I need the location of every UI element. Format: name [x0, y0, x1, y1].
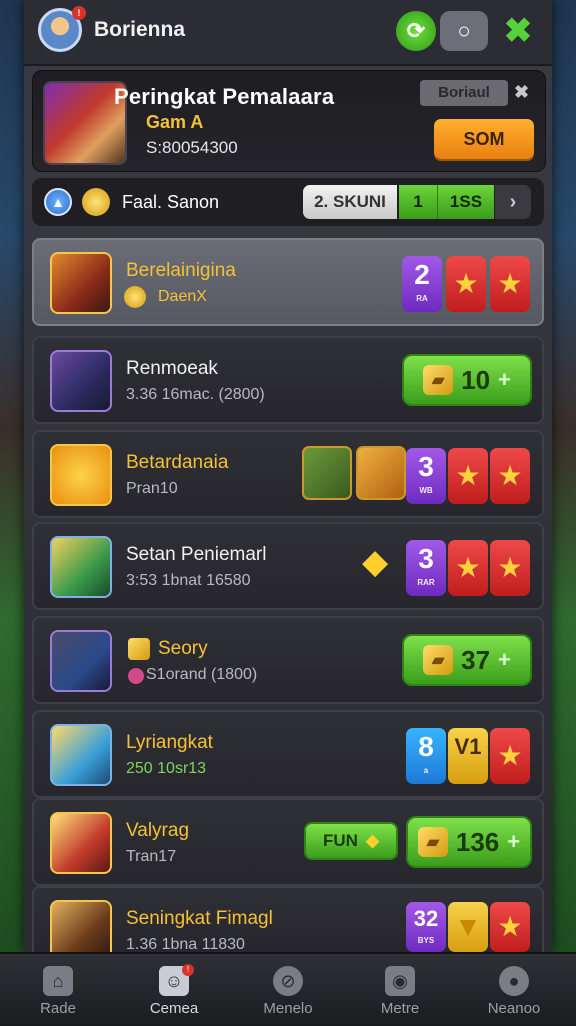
nav-item-cemea[interactable]: ☺ ! Cemea [124, 954, 224, 1026]
leaderboard-row[interactable]: Berelainigina DaenX 2 RA ★ ★ [32, 238, 544, 326]
app-title: Borienna [94, 18, 186, 41]
rank-badge: 32 BYS [406, 902, 446, 952]
row-avatar [50, 812, 112, 874]
nav-item-rade[interactable]: ⌂ Rade [8, 954, 108, 1026]
row-subtitle: DaenX [158, 288, 207, 305]
diamond-icon: ◆ [365, 831, 380, 850]
diamond-icon: ◆ [362, 543, 389, 581]
avatar-notification-badge: ! [72, 6, 86, 20]
row-avatar [50, 350, 112, 412]
row-name: Seningkat Fimagl [126, 908, 273, 929]
star-icon: ★ [490, 728, 530, 784]
row-subtitle: 3:53 1bnat 16580 [126, 572, 251, 589]
gem-icon [128, 668, 144, 684]
hero-thumbnail [302, 446, 352, 500]
profile-secondary-button[interactable]: Boriaul [420, 80, 508, 106]
home-icon: ⌂ [43, 966, 73, 996]
row-avatar [50, 630, 112, 692]
rank-badge: 3 RAR [406, 540, 446, 596]
leaderboard-row[interactable]: Lyriangkat 250 10sr13 8a V1 ★ [32, 710, 544, 798]
profile-score: S:80054300 [146, 138, 238, 157]
profile-title: Peringkat Pemalaara [114, 84, 335, 109]
leaderboard-row[interactable]: Valyrag Tran17 FUN ◆ ▰ 136 + [32, 798, 544, 886]
star-icon: ★ [490, 902, 530, 952]
row-subtitle: Pran10 [126, 480, 178, 497]
nav-item-metre[interactable]: ◉ Metre [350, 954, 450, 1026]
leaderboard-row[interactable]: Betardanaia Pran10 3 WB ★ ★ [32, 430, 544, 518]
row-name: Berelainigina [126, 260, 236, 281]
trophy-icon: ▼ [448, 902, 488, 952]
gold-bar-icon: ▰ [423, 645, 454, 675]
camera-icon: ◉ [385, 966, 415, 996]
row-subtitle: 3.36 16mac. (2800) [126, 386, 265, 403]
leaderboard-row[interactable]: Setan Peniemarl 3:53 1bnat 16580 ◆ 3 RAR … [32, 522, 544, 610]
nav-item-neanoo[interactable]: ● Neanoo [464, 954, 564, 1026]
reward-button[interactable]: ▰ 37 + [402, 634, 532, 686]
row-avatar [50, 724, 112, 786]
reward-button[interactable]: ▰ 136 + [406, 816, 532, 868]
rank-badge: 3 WB [406, 448, 446, 504]
item-thumbnail [356, 446, 406, 500]
leaderboard-row[interactable]: Seningkat Fimagl 1.36 1bna 11830 32 BYS ▼… [32, 886, 544, 962]
star-icon: ★ [490, 448, 530, 504]
leaderboard-row[interactable]: Renmoeak 3.36 16mac. (2800) ▰ 10 + [32, 336, 544, 424]
star-icon: ★ [448, 448, 488, 504]
gold-coin-icon [82, 188, 110, 216]
star-icon: ★ [490, 540, 530, 596]
compass-icon: ⊘ [273, 966, 303, 996]
plus-icon: + [507, 829, 521, 854]
row-avatar [50, 444, 112, 506]
star-icon: ★ [446, 256, 486, 312]
row-subtitle: Tran17 [126, 848, 177, 865]
profile-close-icon[interactable]: ✖ [514, 82, 529, 103]
row-subtitle: S1orand (1800) [146, 666, 258, 683]
settings-icon[interactable]: ○ [440, 11, 488, 51]
bottom-navigation: ⌂ Rade ☺ ! Cemea ⊘ Menelo ◉ Metre ● Nean… [0, 952, 576, 1026]
fun-button[interactable]: FUN ◆ [304, 822, 398, 860]
coin-icon [124, 286, 146, 308]
row-name: Seory [158, 638, 208, 659]
row-name: Valyrag [126, 820, 190, 841]
nav-item-menelo[interactable]: ⊘ Menelo [238, 954, 338, 1026]
rank-badge: 8a [406, 728, 446, 784]
season-emblem-icon: ▲ [44, 188, 72, 216]
plus-icon: + [498, 367, 511, 392]
season-tab-1ss[interactable]: 1SS [437, 185, 494, 219]
star-icon: ★ [490, 256, 530, 312]
row-name: Betardanaia [126, 452, 229, 473]
profile-game: Gam A [146, 112, 204, 132]
row-subtitle: 250 10sr13 [126, 760, 207, 777]
row-avatar [50, 252, 112, 314]
season-tab-1[interactable]: 1 [399, 185, 437, 219]
row-name: Setan Peniemarl [126, 544, 267, 565]
gold-icon [128, 638, 150, 660]
gold-bar-icon: ▰ [417, 827, 448, 857]
close-icon[interactable]: ✖ [498, 11, 538, 51]
rank-badge: 2 RA [402, 256, 442, 312]
reward-button[interactable]: ▰ 10 + [402, 354, 532, 406]
season-label: Faal. Sanon [122, 192, 220, 212]
refresh-icon[interactable]: ⟳ [396, 11, 436, 51]
tier-badge: V1 [448, 728, 488, 784]
gold-bar-icon: ▰ [423, 365, 454, 395]
row-name: Renmoeak [126, 358, 218, 379]
profile-action-button[interactable]: SOM [434, 119, 534, 159]
row-avatar [50, 536, 112, 598]
star-icon: ★ [448, 540, 488, 596]
row-name: Lyriangkat [126, 732, 213, 753]
season-tab-skuni[interactable]: 2. SKUNI [303, 185, 397, 219]
nav-notification-badge: ! [182, 964, 194, 976]
person-icon: ● [499, 966, 529, 996]
leaderboard-row[interactable]: Seory S1orand (1800) ▰ 37 + [32, 616, 544, 704]
plus-icon: + [498, 647, 511, 672]
season-next-icon[interactable]: › [495, 185, 531, 219]
